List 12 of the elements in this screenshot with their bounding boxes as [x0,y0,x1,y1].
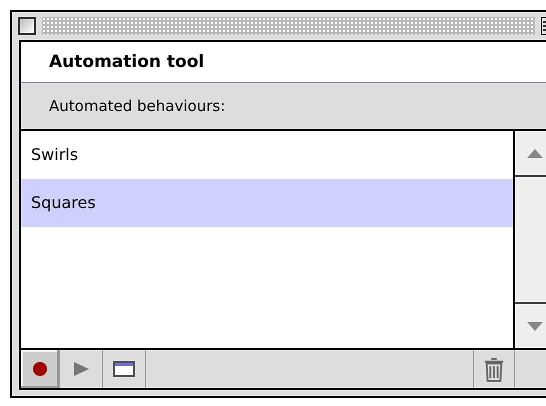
window-title: Automation tool [49,52,204,72]
record-icon [32,361,48,377]
trash-icon [483,356,505,382]
record-button[interactable] [21,350,60,388]
list-label: Automated behaviours: [49,97,226,115]
up-arrow-icon [527,148,543,158]
list-item[interactable]: Swirls [21,131,513,179]
play-icon [73,362,89,376]
window-icon [113,361,135,377]
close-box[interactable] [18,17,36,35]
list-item[interactable]: Squares [21,179,513,227]
down-arrow-icon [527,322,543,330]
